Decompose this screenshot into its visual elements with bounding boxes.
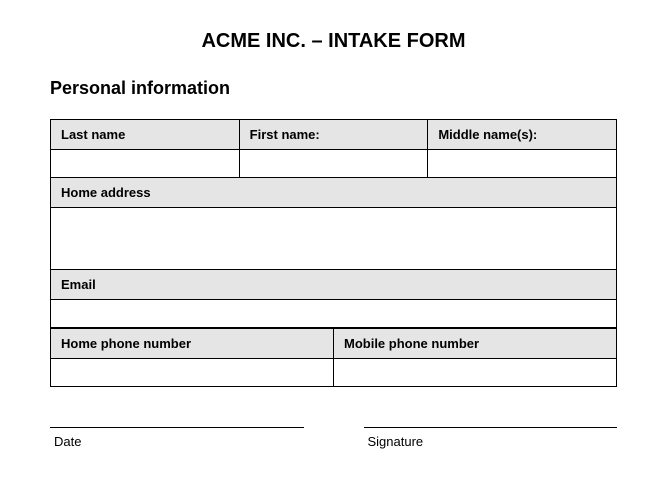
input-mobile-phone[interactable]: [334, 359, 617, 387]
form-title: ACME INC. – INTAKE FORM: [50, 30, 617, 53]
label-last-name: Last name: [51, 120, 240, 150]
label-home-phone: Home phone number: [51, 329, 334, 359]
input-home-address[interactable]: [51, 208, 617, 270]
input-home-phone[interactable]: [51, 359, 334, 387]
signature-row: Date Signature: [50, 427, 617, 449]
label-email: Email: [51, 270, 617, 300]
signature-line[interactable]: [364, 427, 618, 428]
date-block: Date: [50, 427, 304, 449]
phone-table: Home phone number Mobile phone number: [50, 328, 617, 387]
intake-form-table: Last name First name: Middle name(s): Ho…: [50, 119, 617, 328]
signature-block: Signature: [364, 427, 618, 449]
input-last-name[interactable]: [51, 150, 240, 178]
signature-label: Signature: [364, 434, 618, 449]
label-home-address: Home address: [51, 178, 617, 208]
label-mobile-phone: Mobile phone number: [334, 329, 617, 359]
label-middle-names: Middle name(s):: [428, 120, 617, 150]
date-line[interactable]: [50, 427, 304, 428]
input-email[interactable]: [51, 300, 617, 328]
section-heading-personal: Personal information: [50, 78, 617, 99]
label-first-name: First name:: [239, 120, 428, 150]
input-middle-names[interactable]: [428, 150, 617, 178]
input-first-name[interactable]: [239, 150, 428, 178]
date-label: Date: [50, 434, 304, 449]
